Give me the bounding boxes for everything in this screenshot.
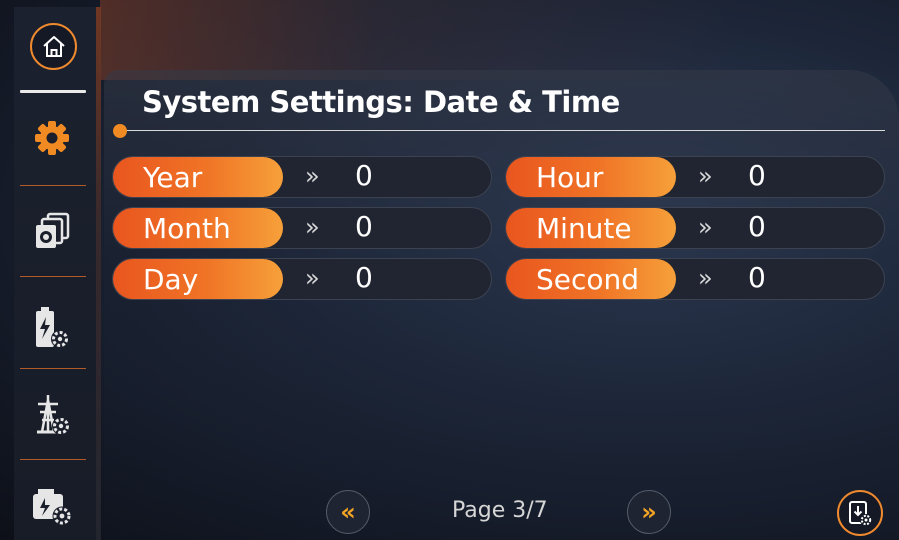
sidebar-item-battery-settings[interactable] [24, 303, 80, 353]
field-arrow-icon: » [698, 264, 713, 292]
title-underline [122, 130, 885, 131]
field-label: Second [536, 262, 640, 296]
field-label-pill: Hour [506, 157, 676, 197]
field-arrow-icon: » [305, 264, 320, 292]
sidebar-divider [20, 276, 86, 277]
field-label: Year [143, 160, 203, 194]
sidebar-item-settings[interactable] [24, 113, 80, 163]
prev-page-button[interactable]: « [326, 490, 370, 534]
field-label: Month [143, 211, 231, 245]
field-label: Hour [536, 160, 604, 194]
field-arrow-icon: » [305, 213, 320, 241]
field-row-month[interactable]: Month » 0 [112, 207, 492, 249]
next-page-button[interactable]: » [627, 490, 671, 534]
multi-device-settings-icon [36, 212, 70, 248]
field-label: Day [143, 262, 199, 296]
field-row-year[interactable]: Year » 0 [112, 156, 492, 198]
page-title: System Settings: Date & Time [142, 85, 620, 119]
sidebar-divider [20, 368, 86, 369]
field-arrow-icon: » [698, 213, 713, 241]
generator-settings-icon [33, 489, 72, 526]
field-label-pill: Year [113, 157, 283, 197]
field-label-pill: Minute [506, 208, 676, 248]
double-chevron-left-icon: « [340, 498, 356, 526]
page-indicator: Page 3/7 [452, 498, 548, 523]
field-value-second[interactable]: 0 [748, 261, 766, 294]
title-bullet-dot [113, 124, 127, 138]
field-label-pill: Day [113, 259, 283, 299]
battery-settings-icon [36, 307, 69, 348]
content-panel [104, 70, 899, 540]
field-label-pill: Month [113, 208, 283, 248]
field-value-minute[interactable]: 0 [748, 210, 766, 243]
field-row-second[interactable]: Second » 0 [505, 258, 885, 300]
field-row-hour[interactable]: Hour » 0 [505, 156, 885, 198]
sidebar-divider-active [20, 90, 86, 93]
sidebar-divider [20, 459, 86, 460]
field-value-hour[interactable]: 0 [748, 159, 766, 192]
home-icon [42, 35, 65, 57]
export-settings-icon [849, 501, 872, 526]
home-button[interactable] [30, 23, 77, 70]
double-chevron-right-icon: » [641, 498, 657, 526]
field-arrow-icon: » [698, 162, 713, 190]
field-row-minute[interactable]: Minute » 0 [505, 207, 885, 249]
gear-icon [35, 121, 69, 155]
sidebar-item-device-settings[interactable] [24, 206, 80, 256]
sidebar-item-grid-settings[interactable] [24, 390, 80, 440]
field-value-year[interactable]: 0 [355, 159, 373, 192]
field-arrow-icon: » [305, 162, 320, 190]
field-value-day[interactable]: 0 [355, 261, 373, 294]
field-label: Minute [536, 211, 632, 245]
field-label-pill: Second [506, 259, 676, 299]
sidebar-edge [96, 7, 101, 540]
sidebar-divider [20, 185, 86, 186]
field-value-month[interactable]: 0 [355, 210, 373, 243]
screen: System Settings: Date & Time Year » 0 Mo… [0, 0, 899, 540]
export-settings-button[interactable] [837, 490, 883, 536]
top-glow [100, 0, 899, 80]
field-row-day[interactable]: Day » 0 [112, 258, 492, 300]
sidebar [14, 7, 100, 540]
grid-tower-settings-icon [37, 395, 70, 435]
sidebar-item-generator-settings[interactable] [24, 480, 80, 530]
